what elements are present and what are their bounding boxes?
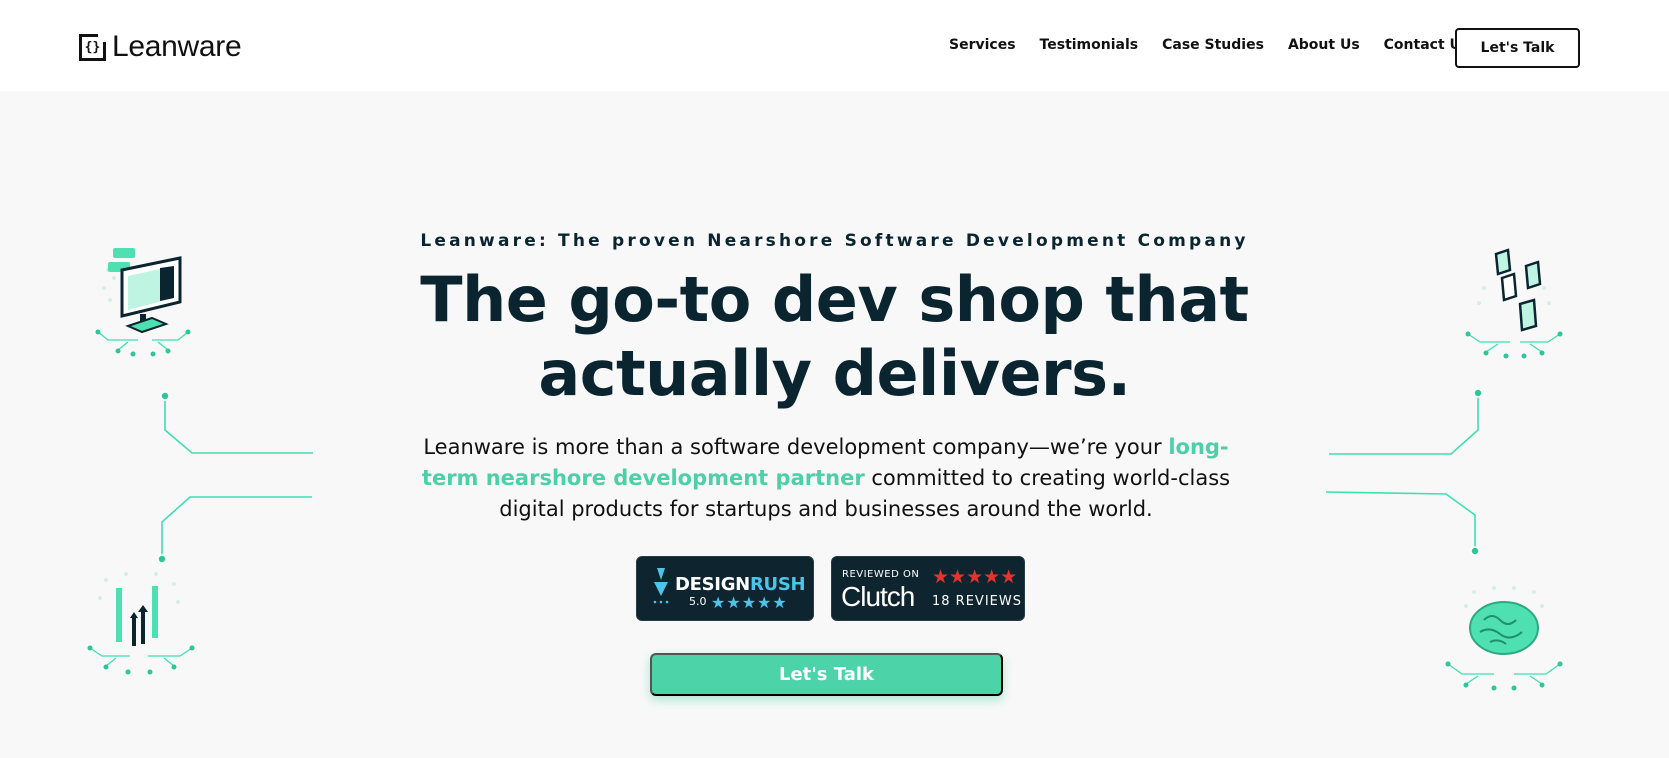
nav-testimonials[interactable]: Testimonials bbox=[1040, 37, 1139, 53]
designrush-stars: ★★★★★ bbox=[711, 593, 788, 612]
hero-headline-line1: The go-to dev shop that bbox=[420, 263, 1249, 336]
nav-about-us[interactable]: About Us bbox=[1288, 37, 1360, 53]
hero-headline-line2: actually delivers. bbox=[538, 337, 1131, 410]
hero-subtext-before: Leanware is more than a software develop… bbox=[423, 435, 1169, 459]
logo-mark-text: {} bbox=[84, 39, 101, 55]
clutch-stars: ★★★★★ bbox=[932, 566, 1018, 588]
clutch-review-count: 18 REVIEWS bbox=[932, 594, 1022, 609]
header-lets-talk-button[interactable]: Let's Talk bbox=[1455, 28, 1580, 68]
designrush-name-part1: DESIGN bbox=[675, 574, 750, 595]
logo-text: Leanware bbox=[112, 30, 242, 63]
designrush-name: DESIGNRUSH bbox=[675, 574, 806, 595]
clutch-name: Clutch bbox=[841, 581, 915, 612]
designrush-logo-icon bbox=[653, 568, 669, 604]
site-header: {} Leanware Services Testimonials Case S… bbox=[0, 0, 1669, 91]
designrush-rating: 5.0 bbox=[689, 595, 707, 608]
hero-lets-talk-button[interactable]: Let's Talk bbox=[650, 653, 1003, 696]
clutch-reviewed-on: REVIEWED ON bbox=[842, 569, 920, 580]
hero-subtext: Leanware is more than a software develop… bbox=[420, 432, 1232, 525]
hero-headline: The go-to dev shop that actually deliver… bbox=[0, 263, 1669, 411]
designrush-badge[interactable]: DESIGNRUSH 5.0 ★★★★★ bbox=[636, 556, 814, 621]
main-nav: Services Testimonials Case Studies About… bbox=[949, 37, 1469, 53]
logo[interactable]: {} Leanware bbox=[79, 30, 242, 63]
clutch-badge[interactable]: REVIEWED ON Clutch ★★★★★ 18 REVIEWS bbox=[831, 556, 1025, 621]
designrush-name-part2: RUSH bbox=[749, 574, 806, 595]
brain-illustration-icon bbox=[1445, 586, 1563, 691]
growth-arrows-illustration-icon bbox=[87, 572, 195, 675]
nav-case-studies[interactable]: Case Studies bbox=[1162, 37, 1264, 53]
logo-icon: {} bbox=[79, 33, 106, 61]
circuit-line-bottom-right bbox=[1325, 491, 1476, 550]
nav-services[interactable]: Services bbox=[949, 37, 1016, 53]
circuit-line-bottom-left bbox=[161, 496, 312, 558]
hero-eyebrow: Leanware: The proven Nearshore Software … bbox=[420, 231, 1249, 251]
